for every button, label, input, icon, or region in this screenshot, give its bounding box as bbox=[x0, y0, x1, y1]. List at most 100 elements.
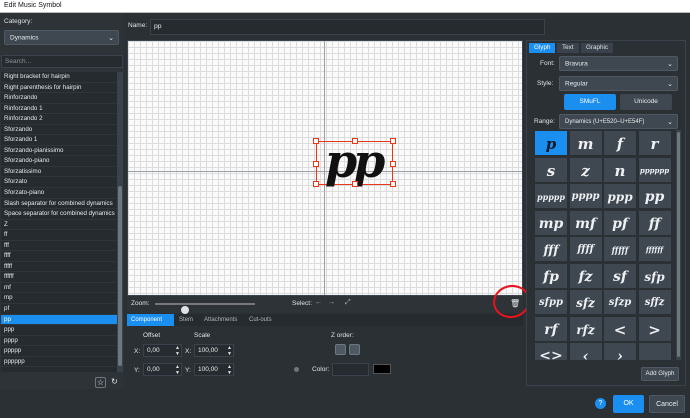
list-item[interactable]: pppppp bbox=[1, 357, 117, 368]
glyph-grid-scrollbar[interactable] bbox=[676, 130, 681, 360]
glyph-cell[interactable]: fp bbox=[534, 262, 568, 289]
list-item[interactable]: ffff bbox=[1, 251, 117, 262]
smufl-toggle[interactable]: SMuFL bbox=[564, 94, 616, 110]
list-item[interactable]: mp bbox=[1, 293, 117, 305]
tab-cutouts[interactable]: Cut-outs bbox=[245, 314, 276, 326]
list-item[interactable]: ppp bbox=[1, 325, 117, 336]
send-backward-icon[interactable] bbox=[349, 344, 360, 355]
glyph-cell[interactable]: f bbox=[603, 130, 637, 156]
glyph-cell[interactable]: n bbox=[603, 156, 637, 183]
spin-arrows-icon[interactable]: ▲ ▼ bbox=[175, 364, 180, 376]
resize-handle[interactable] bbox=[390, 181, 396, 187]
list-item[interactable]: Rinforzando 1 bbox=[1, 104, 117, 115]
list-item[interactable]: Sforzando-pianissimo bbox=[1, 146, 117, 157]
add-glyph-button[interactable]: Add Glyph bbox=[641, 367, 679, 381]
glyph-cell[interactable]: sf bbox=[603, 262, 637, 289]
expand-icon[interactable]: ⤢ bbox=[345, 299, 351, 307]
glyph-cell[interactable]: < bbox=[603, 315, 637, 342]
glyph-cell[interactable]: pppppp bbox=[637, 156, 672, 183]
list-item[interactable]: Rinforzando bbox=[1, 93, 117, 104]
resize-handle[interactable] bbox=[352, 181, 358, 187]
glyph-cell[interactable]: ‹ bbox=[568, 342, 603, 360]
glyph-cell[interactable]: sfzp bbox=[603, 289, 637, 315]
glyph-selection-box[interactable]: pp bbox=[313, 134, 396, 188]
list-item[interactable]: Rinforzando 2 bbox=[1, 114, 117, 125]
glyph-cell[interactable]: pp bbox=[637, 183, 672, 209]
glyph-canvas[interactable]: pp bbox=[127, 40, 523, 296]
style-select[interactable]: Regular ⌄ bbox=[559, 76, 678, 91]
star-icon[interactable]: ☆ bbox=[95, 377, 106, 388]
glyph-cell[interactable]: fff bbox=[534, 236, 568, 262]
reset-icon[interactable]: ↻ bbox=[109, 377, 120, 388]
list-scrollbar-thumb[interactable] bbox=[118, 186, 122, 366]
glyph-cell[interactable]: pf bbox=[603, 209, 637, 236]
list-item[interactable]: pppp bbox=[1, 336, 117, 347]
tab-attachments[interactable]: Attachments bbox=[200, 314, 241, 326]
spin-arrows-icon[interactable]: ▲ ▼ bbox=[227, 345, 232, 357]
color-swatch[interactable] bbox=[373, 364, 391, 374]
resize-handle[interactable] bbox=[390, 161, 396, 167]
category-select[interactable]: Dynamics ⌄ bbox=[4, 30, 119, 45]
glyph-cell[interactable]: fffff bbox=[603, 236, 637, 262]
offset-x-field[interactable]: 0,00 ▲ ▼ bbox=[143, 344, 182, 357]
list-item[interactable]: Sforzando-piano bbox=[1, 156, 117, 167]
offset-y-field[interactable]: 0,00 ▲ ▼ bbox=[143, 363, 182, 376]
glyph-cell[interactable]: z bbox=[568, 156, 603, 183]
glyph-cell[interactable]: sfp bbox=[637, 262, 672, 289]
unicode-toggle[interactable]: Unicode bbox=[620, 94, 672, 110]
resize-handle[interactable] bbox=[313, 138, 319, 144]
glyph-cell[interactable]: rf bbox=[534, 315, 568, 342]
arrow-left-icon[interactable]: ← bbox=[315, 299, 322, 306]
list-item[interactable]: ff bbox=[1, 230, 117, 241]
tab-glyph[interactable]: Glyph bbox=[529, 43, 556, 53]
list-item[interactable]: Space separator for combined dynamics bbox=[1, 209, 117, 220]
glyph-grid[interactable]: p m f r s z n pppppp ppppp pppp ppp pp mp mf pf ff fff ff… bbox=[534, 130, 674, 360]
glyph-cell[interactable]: mp bbox=[534, 209, 568, 236]
list-item[interactable]: Sforzato bbox=[1, 177, 117, 189]
ok-button[interactable]: OK bbox=[613, 395, 644, 413]
list-item[interactable]: Sforzando bbox=[1, 125, 117, 136]
search-input[interactable]: Search... bbox=[1, 55, 123, 68]
zoom-slider[interactable] bbox=[155, 303, 255, 314]
arrow-right-icon[interactable]: → bbox=[328, 299, 335, 306]
name-field[interactable]: pp bbox=[150, 19, 545, 35]
glyph-cell[interactable]: > bbox=[637, 315, 672, 342]
tab-text[interactable]: Text bbox=[557, 43, 579, 53]
glyph-cell[interactable]: r bbox=[637, 130, 672, 156]
glyph-cell[interactable]: ppp bbox=[603, 183, 637, 209]
list-item[interactable]: fff bbox=[1, 241, 117, 252]
tab-component[interactable]: Component bbox=[127, 314, 174, 326]
help-icon[interactable]: ? bbox=[595, 398, 606, 409]
list-item[interactable]: Z bbox=[1, 220, 117, 231]
range-select[interactable]: Dynamics (U+E520–U+E54F) ⌄ bbox=[559, 114, 678, 129]
resize-handle[interactable] bbox=[352, 138, 358, 144]
list-item[interactable]: Sforzato-piano bbox=[1, 188, 117, 199]
glyph-cell[interactable]: pppp bbox=[568, 183, 603, 209]
glyph-cell[interactable]: sfz bbox=[568, 289, 603, 315]
glyph-cell[interactable]: sffz bbox=[637, 289, 672, 315]
zoom-slider-thumb[interactable] bbox=[181, 306, 189, 314]
list-item[interactable]: pp bbox=[1, 314, 117, 326]
glyph-cell[interactable]: sfpp bbox=[534, 289, 568, 315]
glyph-cell[interactable]: s bbox=[534, 156, 568, 183]
bring-forward-icon[interactable] bbox=[335, 344, 346, 355]
resize-handle[interactable] bbox=[313, 181, 319, 187]
list-item[interactable]: Sforzando 1 bbox=[1, 135, 117, 146]
color-field[interactable] bbox=[332, 363, 369, 376]
glyph-cell[interactable]: ffffff bbox=[637, 236, 672, 262]
glyph-cell[interactable]: mf bbox=[568, 209, 603, 236]
glyph-cell[interactable]: p bbox=[534, 130, 568, 156]
list-item[interactable]: Right bracket for hairpin bbox=[1, 72, 117, 83]
list-item[interactable]: Slash separator for combined dynamics bbox=[1, 199, 117, 210]
list-item[interactable]: mf bbox=[1, 283, 117, 294]
list-item[interactable]: Sforzatissimo bbox=[1, 167, 117, 178]
list-item[interactable]: pf bbox=[1, 304, 117, 315]
glyph-cell[interactable]: ffff bbox=[568, 236, 603, 262]
glyph-cell[interactable]: m bbox=[568, 130, 603, 156]
spin-arrows-icon[interactable]: ▲ ▼ bbox=[227, 364, 232, 376]
glyph-cell[interactable]: ppppp bbox=[534, 183, 568, 209]
list-item[interactable]: Right parenthesis for hairpin bbox=[1, 83, 117, 94]
font-select[interactable]: Bravura ⌄ bbox=[559, 56, 678, 71]
glyph-grid-scrollbar-thumb[interactable] bbox=[677, 132, 680, 357]
cancel-button[interactable]: Cancel bbox=[649, 395, 685, 413]
